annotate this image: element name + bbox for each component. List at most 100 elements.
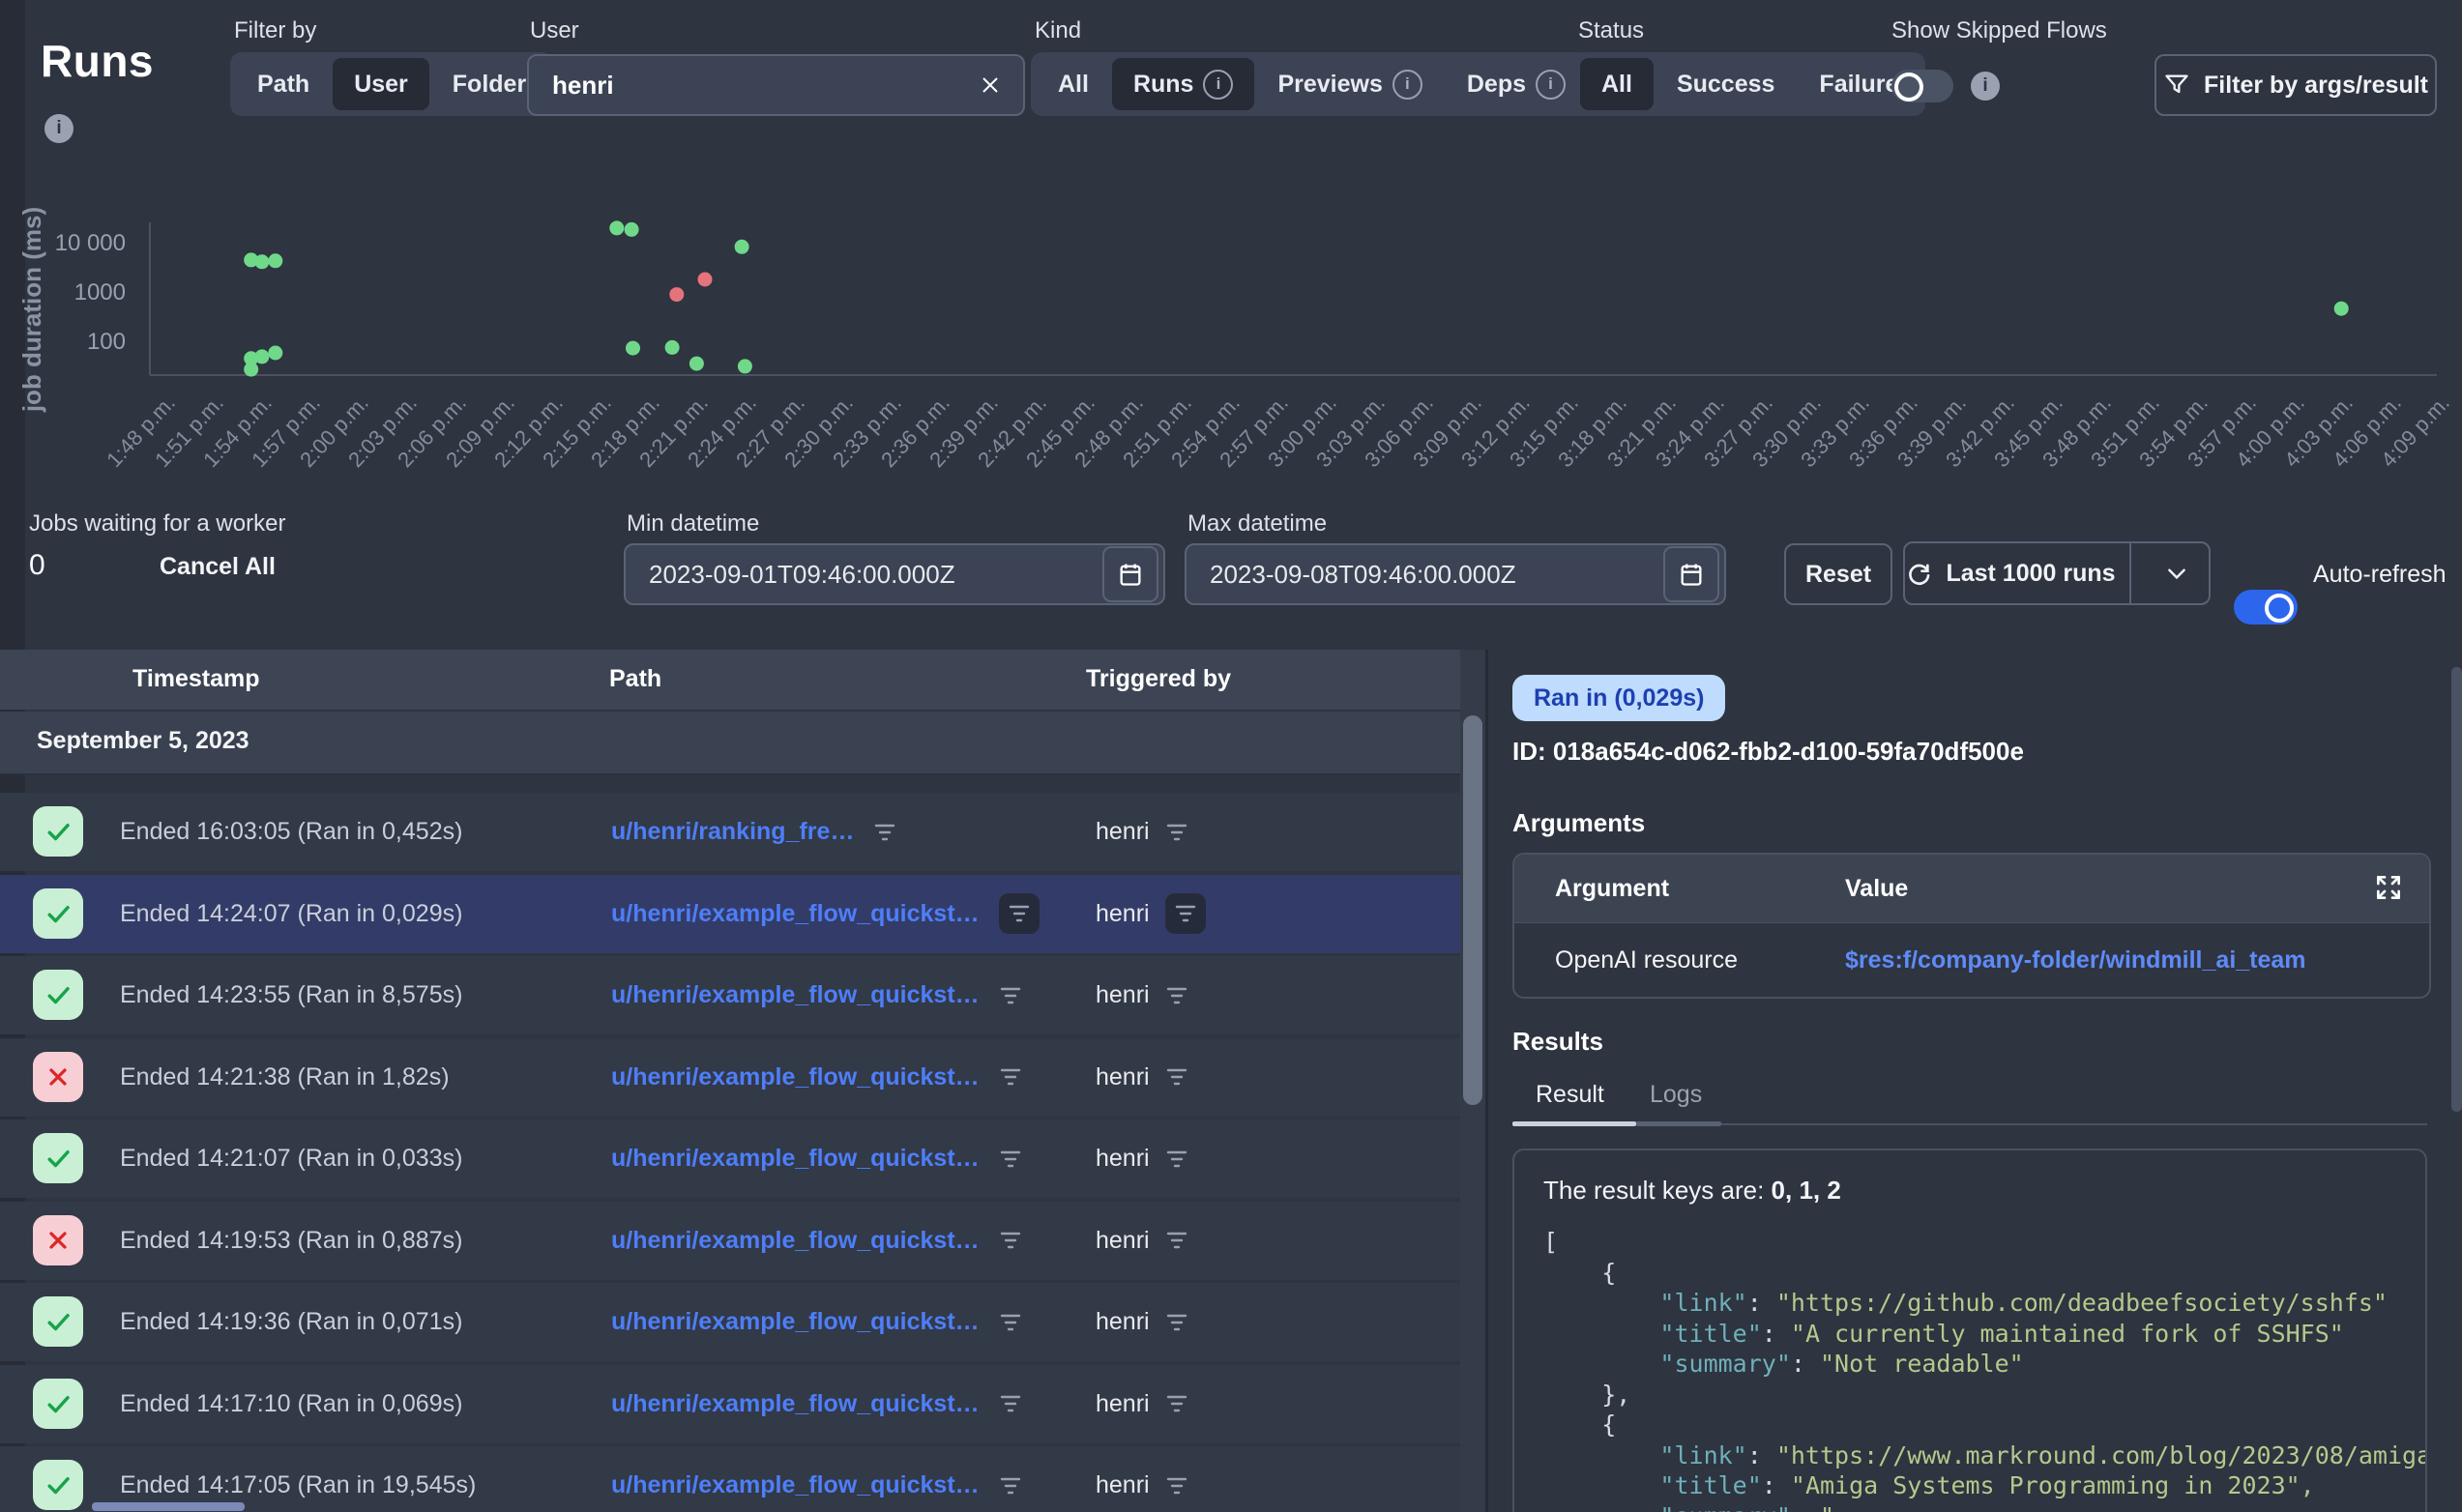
runs-limit-split-button: Last 1000 runs (1903, 541, 2211, 605)
scatter-point-success[interactable] (609, 220, 624, 235)
run-path-link[interactable]: u/henri/example_flow_quickst… (611, 981, 980, 1009)
run-ended-label: Ended 14:21:07 (Ran in 0,033s) (120, 1145, 462, 1173)
filter-icon[interactable] (1165, 984, 1188, 1007)
filter-icon[interactable] (1165, 1148, 1188, 1171)
filter-icon[interactable] (1165, 1311, 1188, 1334)
filter-icon[interactable] (999, 1311, 1022, 1334)
filter-icon[interactable] (1165, 1065, 1188, 1089)
run-row[interactable]: Ended 14:19:36 (Ran in 0,071s)u/henri/ex… (0, 1283, 1462, 1361)
expand-icon[interactable] (2373, 872, 2404, 903)
filter-icon[interactable] (999, 984, 1022, 1007)
scatter-point-failure[interactable] (698, 273, 713, 287)
auto-refresh-toggle[interactable] (2234, 590, 2298, 625)
run-row[interactable]: Ended 14:19:53 (Ran in 0,887s) u/henri/ex… (0, 1202, 1462, 1280)
scatter-point-success[interactable] (625, 222, 639, 237)
scatter-point-success[interactable] (254, 254, 269, 269)
min-datetime-label: Min datetime (627, 510, 759, 538)
scatter-point-success[interactable] (735, 240, 749, 254)
success-icon (33, 970, 83, 1020)
column-timestamp[interactable]: Timestamp (132, 665, 260, 693)
triggered-by-cell: henri (1096, 875, 1206, 953)
filter-icon[interactable] (1165, 1392, 1188, 1415)
refresh-icon (1905, 560, 1932, 587)
scatter-point-success[interactable] (268, 253, 282, 268)
run-row[interactable]: Ended 14:17:10 (Ran in 0,069s)u/henri/ex… (0, 1365, 1462, 1443)
filter-icon[interactable] (999, 1392, 1022, 1415)
tab-logs[interactable]: Logs (1650, 1081, 1702, 1109)
results-tabs: Result Logs (1512, 1081, 2427, 1125)
triggered-by-user: henri (1096, 1227, 1150, 1255)
table-horizontal-scrollbar-thumb[interactable] (92, 1502, 245, 1511)
filter-icon[interactable] (1165, 1229, 1188, 1252)
column-triggered-by[interactable]: Triggered by (1086, 665, 1231, 693)
scatter-point-failure[interactable] (669, 287, 684, 302)
tab-result[interactable]: Result (1536, 1081, 1604, 1109)
max-datetime-value[interactable]: 2023-09-08T09:46:00.000Z (1187, 560, 1663, 590)
path-cell: u/henri/example_flow_quickst… (611, 1038, 1022, 1117)
success-icon (33, 888, 83, 939)
scatter-point-success[interactable] (689, 357, 704, 371)
min-datetime-value[interactable]: 2023-09-01T09:46:00.000Z (626, 560, 1102, 590)
max-datetime-input-box[interactable]: 2023-09-08T09:46:00.000Z (1185, 543, 1726, 605)
min-datetime-calendar-icon[interactable] (1102, 546, 1158, 602)
scatter-point-success[interactable] (2334, 302, 2349, 316)
triggered-by-cell: henri (1096, 1446, 1188, 1512)
auto-refresh-label: Auto-refresh (2313, 561, 2447, 589)
panel-scrollbar-thumb[interactable] (2451, 667, 2462, 1112)
filter-icon[interactable] (873, 821, 896, 844)
filter-icon[interactable] (999, 1148, 1022, 1171)
triggered-by-cell: henri (1096, 1365, 1188, 1443)
run-path-link[interactable]: u/henri/example_flow_quickst… (611, 1145, 980, 1173)
result-keys-summary: The result keys are: 0, 1, 2 (1543, 1176, 2425, 1206)
filter-chip[interactable] (999, 893, 1040, 934)
scatter-point-success[interactable] (738, 359, 752, 373)
failure-icon (33, 1215, 83, 1265)
cancel-all-button[interactable]: Cancel All (160, 553, 276, 581)
triggered-by-user: henri (1096, 1471, 1150, 1499)
runs-limit-button[interactable]: Last 1000 runs (1905, 543, 2116, 603)
runs-limit-dropdown-button[interactable] (2145, 543, 2209, 603)
argument-value-link[interactable]: $res:f/company-folder/windmill_ai_team (1845, 946, 2306, 974)
date-group-label: September 5, 2023 (37, 727, 249, 755)
scatter-point-success[interactable] (244, 363, 258, 377)
max-datetime-calendar-icon[interactable] (1663, 546, 1719, 602)
filter-icon[interactable] (999, 1229, 1022, 1252)
run-row[interactable]: Ended 14:24:07 (Ran in 0,029s)u/henri/ex… (0, 875, 1462, 953)
min-datetime-input-box[interactable]: 2023-09-01T09:46:00.000Z (624, 543, 1165, 605)
chevron-down-icon (2164, 561, 2189, 586)
run-path-link[interactable]: u/henri/example_flow_quickst… (611, 1308, 980, 1336)
filter-icon[interactable] (999, 1474, 1022, 1497)
run-row[interactable]: Ended 14:23:55 (Ran in 8,575s)u/henri/ex… (0, 956, 1462, 1034)
scatter-point-success[interactable] (254, 349, 269, 363)
run-path-link[interactable]: u/henri/ranking_fre… (611, 818, 854, 846)
run-row[interactable]: Ended 14:21:38 (Ran in 1,82s)u/henri/exa… (0, 1038, 1462, 1117)
filter-icon[interactable] (1165, 821, 1188, 844)
table-header: Timestamp Path Triggered by (0, 650, 1485, 710)
run-row[interactable]: Ended 14:21:07 (Ran in 0,033s) u/henri/ex… (0, 1119, 1462, 1198)
scatter-point-success[interactable] (268, 346, 282, 361)
run-ended-label: Ended 14:19:53 (Ran in 0,887s) (120, 1227, 462, 1255)
column-path[interactable]: Path (609, 665, 661, 693)
triggered-by-cell: henri (1096, 793, 1188, 871)
success-icon (33, 806, 83, 857)
table-scrollbar-thumb[interactable] (1463, 715, 1482, 1105)
triggered-by-user: henri (1096, 981, 1150, 1009)
run-row[interactable]: Ended 16:03:05 (Ran in 0,452s)u/henri/ra… (0, 793, 1462, 871)
scatter-point-success[interactable] (665, 340, 680, 355)
run-path-link[interactable]: u/henri/example_flow_quickst… (611, 1390, 980, 1418)
result-json: [ { "link": "https://github.com/deadbeef… (1543, 1227, 2425, 1512)
reset-button[interactable]: Reset (1784, 543, 1892, 605)
run-path-link[interactable]: u/henri/example_flow_quickst… (611, 1063, 980, 1091)
filter-icon[interactable] (999, 1065, 1022, 1089)
run-path-link[interactable]: u/henri/example_flow_quickst… (611, 900, 980, 928)
run-path-link[interactable]: u/henri/example_flow_quickst… (611, 1227, 980, 1255)
path-cell: u/henri/example_flow_quickst… (611, 1202, 1022, 1280)
filter-icon[interactable] (1165, 1474, 1188, 1497)
filter-chip[interactable] (1165, 893, 1206, 934)
scatter-point-success[interactable] (626, 341, 640, 356)
args-column-argument: Argument (1555, 875, 1845, 903)
triggered-by-cell: henri (1096, 956, 1188, 1034)
path-cell: u/henri/example_flow_quickst… (611, 875, 1040, 953)
run-path-link[interactable]: u/henri/example_flow_quickst… (611, 1471, 980, 1499)
panel-divider[interactable] (1485, 650, 1488, 1512)
